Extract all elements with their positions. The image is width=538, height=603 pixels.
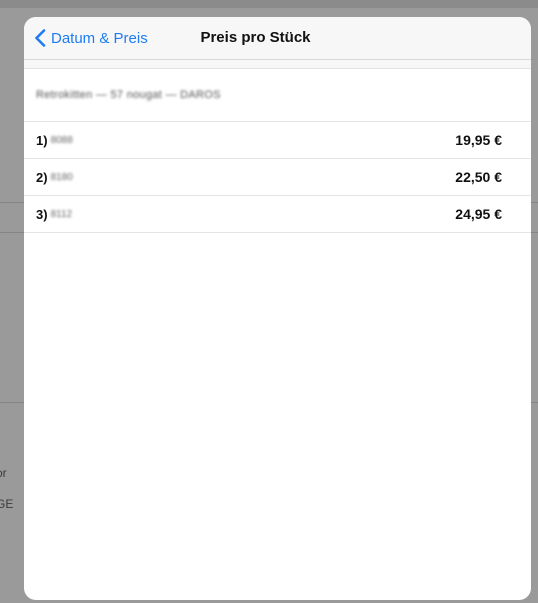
navigation-bar: Datum & Preis Preis pro Stück (24, 17, 531, 60)
price-row[interactable]: 3) 8112 24,95 € (24, 195, 531, 233)
product-header: Retrokitten — 57 nougat — DAROS (24, 69, 531, 121)
row-code-blurred: 8088 (50, 134, 73, 146)
price-row[interactable]: 1) 8088 19,95 € (24, 121, 531, 158)
modal-sheet: Datum & Preis Preis pro Stück Retrokitte… (24, 17, 531, 600)
background-text: or (0, 466, 7, 480)
row-index: 3) (36, 206, 48, 222)
row-index: 1) (36, 132, 48, 148)
back-button-label: Datum & Preis (51, 29, 148, 47)
price-list: 1) 8088 19,95 € 2) 8180 22,50 € 3) 8112 (24, 121, 531, 233)
row-code-blurred: 8112 (50, 208, 73, 220)
page-title-text: Preis pro Stück (200, 29, 311, 46)
price-row[interactable]: 2) 8180 22,50 € (24, 158, 531, 195)
row-code-blurred: 8180 (50, 171, 73, 183)
row-price: 24,95 € (455, 206, 502, 222)
section-spacer (24, 60, 531, 69)
chevron-left-icon (34, 29, 46, 47)
product-name-blurred: Retrokitten — 57 nougat — DAROS (36, 89, 221, 101)
back-button[interactable]: Datum & Preis (34, 17, 148, 59)
background-text: GE (0, 497, 14, 511)
row-price: 19,95 € (455, 132, 502, 148)
row-price: 22,50 € (455, 169, 502, 185)
row-index: 2) (36, 169, 48, 185)
